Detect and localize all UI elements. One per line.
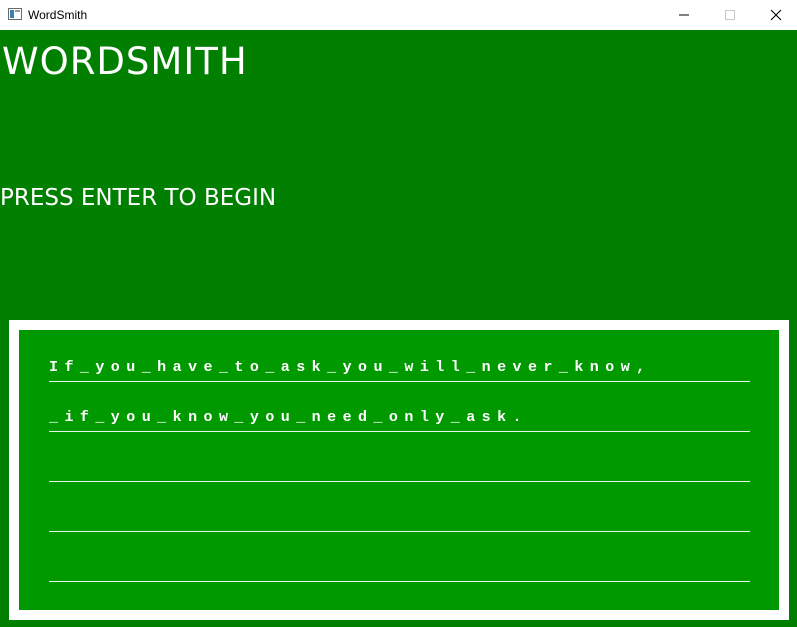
window-title: WordSmith: [28, 8, 88, 22]
minimize-button[interactable]: [661, 0, 707, 30]
window-app-icon[interactable]: [8, 8, 22, 20]
start-prompt: PRESS ENTER TO BEGIN: [0, 185, 277, 211]
game-title: WORDSMITH: [2, 40, 248, 83]
board-line: [49, 445, 750, 482]
title-bar[interactable]: WordSmith: [0, 0, 797, 30]
board-line: [49, 495, 750, 532]
maximize-icon: [725, 10, 735, 20]
board-frame: If_you_have_to_ask_you_will_never_know, …: [9, 320, 789, 620]
text-board: If_you_have_to_ask_you_will_never_know, …: [19, 330, 779, 610]
board-line-text: If_you_have_to_ask_you_will_never_know,: [49, 359, 652, 376]
board-line: _if_you_know_you_need_only_ask.: [49, 395, 750, 432]
close-icon: [770, 9, 782, 21]
game-canvas[interactable]: WORDSMITH PRESS ENTER TO BEGIN If_you_ha…: [0, 30, 797, 627]
maximize-button[interactable]: [707, 0, 753, 30]
board-line: If_you_have_to_ask_you_will_never_know,: [49, 345, 750, 382]
close-button[interactable]: [753, 0, 797, 30]
minimize-icon: [679, 14, 689, 16]
board-line: [49, 545, 750, 582]
board-line-text: _if_you_know_you_need_only_ask.: [49, 409, 528, 426]
